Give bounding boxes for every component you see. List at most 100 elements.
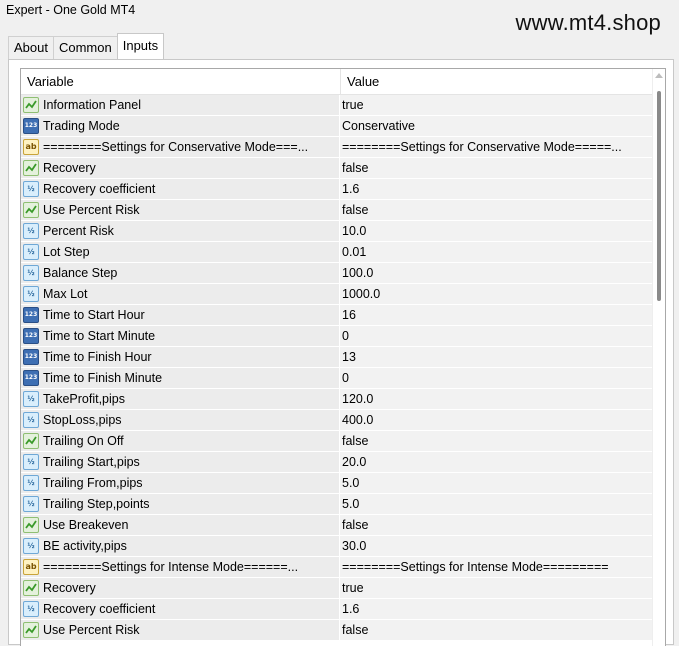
table-row[interactable]: ½ StopLoss,pips 400.0: [21, 410, 655, 431]
variable-cell: ½ Lot Step: [21, 242, 340, 262]
value-cell[interactable]: false: [340, 200, 655, 220]
value-cell[interactable]: 120.0: [340, 389, 655, 409]
tab-common[interactable]: Common: [52, 36, 118, 59]
value-cell[interactable]: 30.0: [340, 536, 655, 556]
variable-cell: Use Percent Risk: [21, 200, 340, 220]
table-header: Variable Value: [21, 69, 665, 95]
variable-name: Recovery coefficient: [43, 182, 156, 196]
integer-type-icon: 123: [23, 370, 39, 386]
value-cell[interactable]: Conservative: [340, 116, 655, 136]
variable-cell: ½ Trailing Start,pips: [21, 452, 340, 472]
table-row[interactable]: Recovery true: [21, 578, 655, 599]
value-cell[interactable]: 1.6: [340, 599, 655, 619]
table-row[interactable]: 123 Time to Start Minute 0: [21, 326, 655, 347]
variable-cell: Information Panel: [21, 95, 340, 115]
variable-cell: ½ Max Lot: [21, 284, 340, 304]
value-cell[interactable]: 1.6: [340, 179, 655, 199]
table-row[interactable]: ½ Trailing From,pips 5.0: [21, 473, 655, 494]
variable-name: Lot Step: [43, 245, 90, 259]
table-row[interactable]: Trailing On Off false: [21, 431, 655, 452]
value-cell[interactable]: 10.0: [340, 221, 655, 241]
table-row[interactable]: ½ TakeProfit,pips 120.0: [21, 389, 655, 410]
bool-type-icon: [23, 580, 39, 596]
double-type-icon: ½: [23, 181, 39, 197]
bool-type-icon: [23, 433, 39, 449]
value-cell[interactable]: 0: [340, 326, 655, 346]
integer-type-icon: 123: [23, 118, 39, 134]
value-cell[interactable]: 20.0: [340, 452, 655, 472]
value-cell[interactable]: false: [340, 515, 655, 535]
string-type-icon: ab: [23, 139, 39, 155]
variable-cell: Use Breakeven: [21, 515, 340, 535]
value-cell[interactable]: true: [340, 95, 655, 115]
variable-name: Recovery: [43, 161, 96, 175]
value-cell[interactable]: 5.0: [340, 494, 655, 514]
tab-inputs[interactable]: Inputs: [116, 33, 165, 59]
table-row[interactable]: Recovery false: [21, 158, 655, 179]
value-cell[interactable]: 400.0: [340, 410, 655, 430]
window-title: Expert - One Gold MT4: [6, 3, 136, 17]
table-row[interactable]: ½ Max Lot 1000.0: [21, 284, 655, 305]
value-cell[interactable]: ========Settings for Intense Mode=======…: [340, 557, 655, 577]
variable-cell: Use Percent Risk: [21, 620, 340, 640]
table-row[interactable]: Use Percent Risk false: [21, 200, 655, 221]
value-cell[interactable]: 100.0: [340, 263, 655, 283]
variable-name: Recovery: [43, 581, 96, 595]
string-type-icon: ab: [23, 559, 39, 575]
variable-cell: ½ Percent Risk: [21, 221, 340, 241]
variable-name: Use Breakeven: [43, 518, 129, 532]
double-type-icon: ½: [23, 538, 39, 554]
value-cell[interactable]: 13: [340, 347, 655, 367]
double-type-icon: ½: [23, 496, 39, 512]
table-row[interactable]: Use Breakeven false: [21, 515, 655, 536]
variable-name: Time to Start Hour: [43, 308, 145, 322]
bool-type-icon: [23, 160, 39, 176]
table-row[interactable]: ½ Recovery coefficient 1.6: [21, 599, 655, 620]
double-type-icon: ½: [23, 244, 39, 260]
table-row[interactable]: ½ Trailing Start,pips 20.0: [21, 452, 655, 473]
table-row[interactable]: ab ========Settings for Intense Mode=====…: [21, 557, 655, 578]
value-cell[interactable]: false: [340, 431, 655, 451]
table-row[interactable]: ½ BE activity,pips 30.0: [21, 536, 655, 557]
variable-cell: 123 Time to Finish Minute: [21, 368, 340, 388]
value-cell[interactable]: false: [340, 620, 655, 640]
table-row[interactable]: 123 Time to Finish Minute 0: [21, 368, 655, 389]
value-column-header[interactable]: Value: [341, 69, 657, 94]
value-cell[interactable]: 5.0: [340, 473, 655, 493]
table-row[interactable]: Information Panel true: [21, 95, 655, 116]
watermark: www.mt4.shop: [515, 10, 661, 35]
inputs-table: Variable Value Information Panel true 123 T…: [20, 68, 666, 646]
table-row[interactable]: Use Percent Risk false: [21, 620, 655, 641]
variable-cell: 123 Time to Finish Hour: [21, 347, 340, 367]
value-cell[interactable]: 16: [340, 305, 655, 325]
variable-column-header[interactable]: Variable: [21, 69, 341, 94]
scrollbar-thumb[interactable]: [657, 91, 661, 301]
table-row[interactable]: ½ Balance Step 100.0: [21, 263, 655, 284]
variable-name: Max Lot: [43, 287, 88, 301]
variable-name: Time to Start Minute: [43, 329, 156, 343]
vertical-scrollbar[interactable]: [652, 69, 665, 646]
value-cell[interactable]: 0.01: [340, 242, 655, 262]
table-row[interactable]: 123 Trading Mode Conservative: [21, 116, 655, 137]
value-cell[interactable]: false: [340, 158, 655, 178]
tab-about[interactable]: About: [8, 36, 54, 59]
table-row[interactable]: ab ========Settings for Conservative Mode…: [21, 137, 655, 158]
table-row[interactable]: 123 Time to Start Hour 16: [21, 305, 655, 326]
table-row[interactable]: ½ Recovery coefficient 1.6: [21, 179, 655, 200]
variable-name: Information Panel: [43, 98, 141, 112]
table-row[interactable]: 123 Time to Finish Hour 13: [21, 347, 655, 368]
bool-type-icon: [23, 517, 39, 533]
value-cell[interactable]: ========Settings for Conservative Mode==…: [340, 137, 655, 157]
value-cell[interactable]: 0: [340, 368, 655, 388]
scroll-up-arrow-icon[interactable]: [655, 73, 663, 78]
integer-type-icon: 123: [23, 307, 39, 323]
table-row[interactable]: ½ Lot Step 0.01: [21, 242, 655, 263]
variable-cell: 123 Time to Start Minute: [21, 326, 340, 346]
double-type-icon: ½: [23, 286, 39, 302]
table-row[interactable]: ½ Percent Risk 10.0: [21, 221, 655, 242]
table-row[interactable]: ½ Trailing Step,points 5.0: [21, 494, 655, 515]
variable-name: Percent Risk: [43, 224, 114, 238]
value-cell[interactable]: true: [340, 578, 655, 598]
double-type-icon: ½: [23, 265, 39, 281]
value-cell[interactable]: 1000.0: [340, 284, 655, 304]
